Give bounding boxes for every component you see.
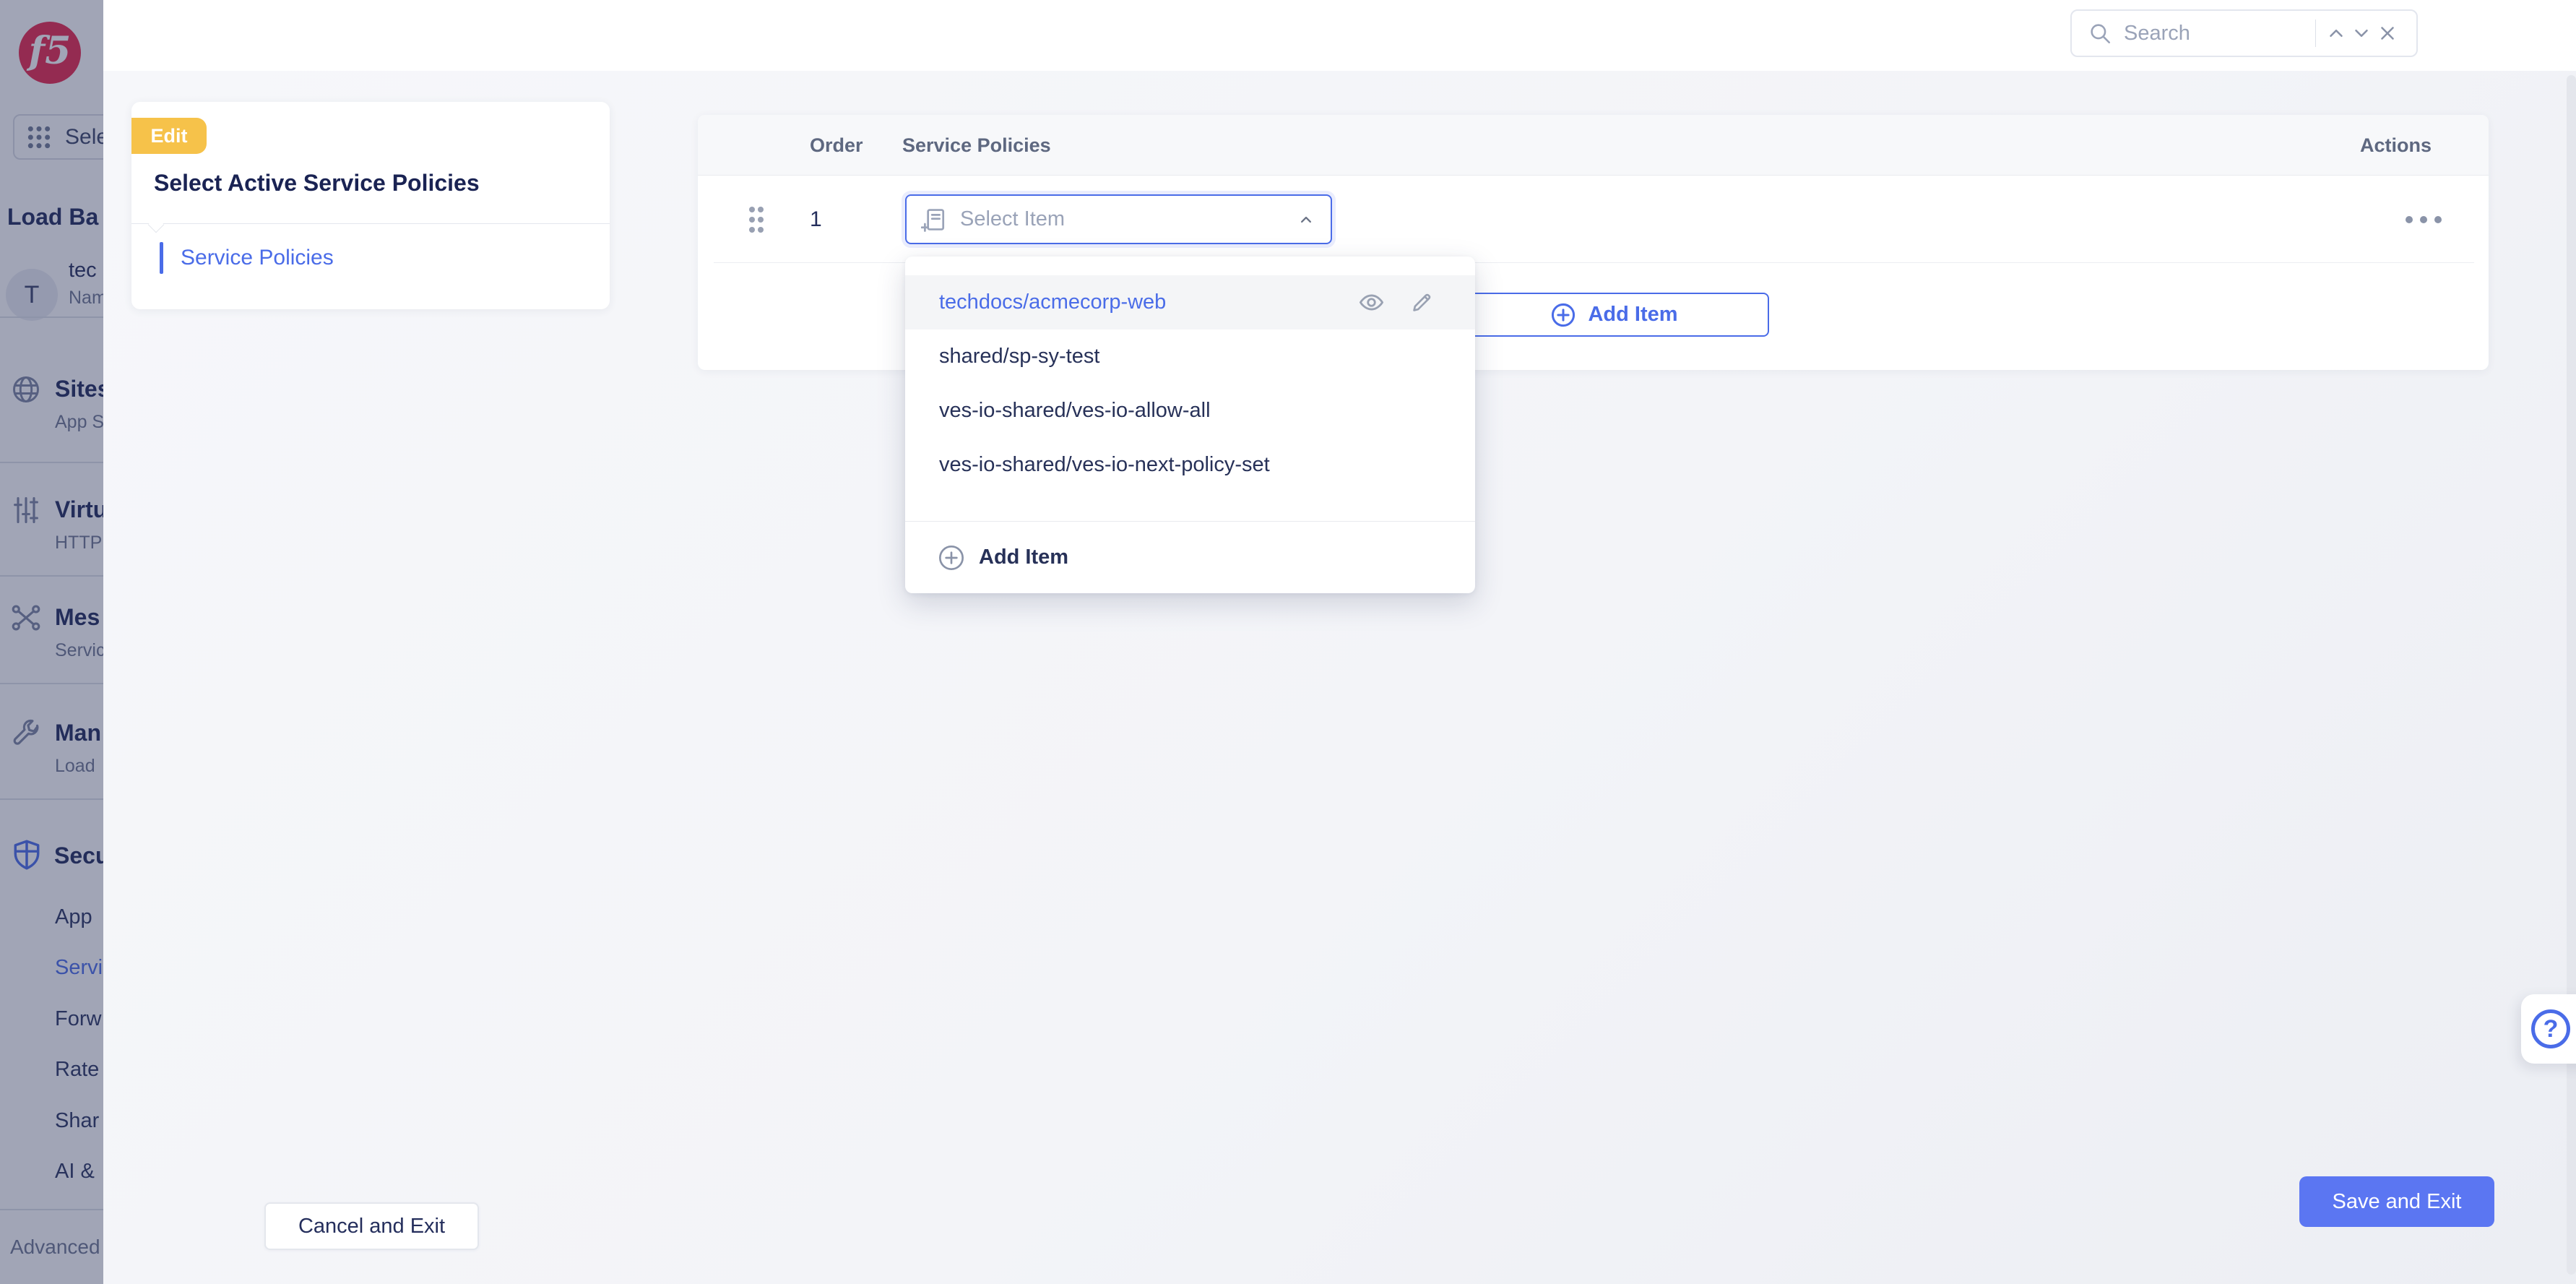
dropdown-option[interactable]: techdocs/acmecorp-web — [905, 275, 1475, 329]
edit-summary-card: Edit Select Active Service Policies Serv… — [131, 102, 610, 309]
search-next-button[interactable] — [2349, 14, 2375, 52]
caret-up-icon — [1296, 210, 1316, 230]
dropdown-add-item-label: Add Item — [979, 546, 1068, 569]
question-mark-icon: ? — [2531, 1009, 2570, 1048]
top-bar — [0, 0, 2576, 71]
edit-card-notch — [148, 217, 165, 233]
chevron-down-icon — [2351, 22, 2372, 44]
pencil-icon — [1409, 290, 1435, 315]
option-action-icons — [1357, 289, 1435, 316]
form-nav-label: Service Policies — [181, 246, 334, 270]
page-scrollbar[interactable] — [2567, 75, 2576, 1275]
dropdown-option-label: shared/sp-sy-test — [939, 345, 1099, 369]
table-row: 1 Select Item — [698, 176, 2489, 263]
dropdown-option-label: techdocs/acmecorp-web — [939, 290, 1166, 314]
sidebar-dim-overlay — [0, 0, 103, 1284]
search-input[interactable] — [2124, 22, 2311, 46]
dropdown-option[interactable]: ves-io-shared/ves-io-next-policy-set — [905, 438, 1475, 492]
dropdown-option-label: ves-io-shared/ves-io-next-policy-set — [939, 453, 1270, 477]
order-value: 1 — [810, 176, 822, 263]
eye-icon — [1358, 289, 1385, 316]
left-sidebar: f5 Sele Load Ba T tec Nam Sites App S Vi… — [0, 0, 103, 1284]
cancel-button-label: Cancel and Exit — [298, 1215, 445, 1238]
dropdown-option[interactable]: ves-io-shared/ves-io-allow-all — [905, 384, 1475, 438]
chevron-up-icon — [2325, 22, 2347, 44]
ellipsis-icon — [2403, 215, 2444, 224]
edit-option-button[interactable] — [1408, 289, 1435, 316]
save-and-exit-button[interactable]: Save and Exit — [2299, 1176, 2494, 1227]
service-policy-select[interactable]: Select Item — [905, 194, 1332, 244]
row-actions-menu-button[interactable] — [2403, 176, 2444, 263]
add-item-label: Add Item — [1588, 303, 1677, 327]
column-header-order: Order — [810, 115, 863, 176]
form-nav-item-service-policies[interactable]: Service Policies — [160, 242, 334, 274]
cancel-and-exit-button[interactable]: Cancel and Exit — [264, 1202, 479, 1250]
close-icon — [2377, 22, 2398, 44]
edit-badge: Edit — [131, 118, 207, 154]
search-prev-button[interactable] — [2323, 14, 2349, 52]
add-item-button[interactable]: Add Item — [1458, 293, 1769, 337]
help-button[interactable]: ? — [2521, 994, 2576, 1064]
app-root: Edit Select Active Service Policies Serv… — [0, 0, 2576, 1284]
save-button-label: Save and Exit — [2333, 1190, 2462, 1214]
table-header: Order Service Policies Actions — [698, 115, 2489, 176]
column-header-service-policies: Service Policies — [902, 115, 1051, 176]
edit-card-divider — [131, 223, 610, 224]
view-option-button[interactable] — [1357, 289, 1385, 316]
drag-handle[interactable] — [747, 202, 766, 241]
select-item-icon — [921, 206, 948, 233]
dropdown-option-label: ves-io-shared/ves-io-allow-all — [939, 399, 1211, 423]
content-panel: Edit Select Active Service Policies Serv… — [103, 71, 2576, 1284]
select-placeholder: Select Item — [960, 207, 1296, 231]
plus-circle-icon — [937, 543, 966, 572]
page-title: Select Active Service Policies — [154, 170, 480, 197]
dropdown-option[interactable]: shared/sp-sy-test — [905, 329, 1475, 384]
search-icon — [2088, 21, 2112, 46]
column-header-actions: Actions — [2360, 115, 2432, 176]
plus-circle-icon — [1550, 301, 1577, 329]
search-separator — [2315, 20, 2316, 47]
find-on-page-widget — [2070, 9, 2418, 57]
dropdown-add-item[interactable]: Add Item — [905, 522, 1475, 593]
select-item-dropdown-menu: techdocs/acmecorp-web shared/sp-sy-test … — [905, 257, 1475, 593]
active-indicator-bar — [160, 242, 163, 274]
search-close-button[interactable] — [2374, 14, 2400, 52]
